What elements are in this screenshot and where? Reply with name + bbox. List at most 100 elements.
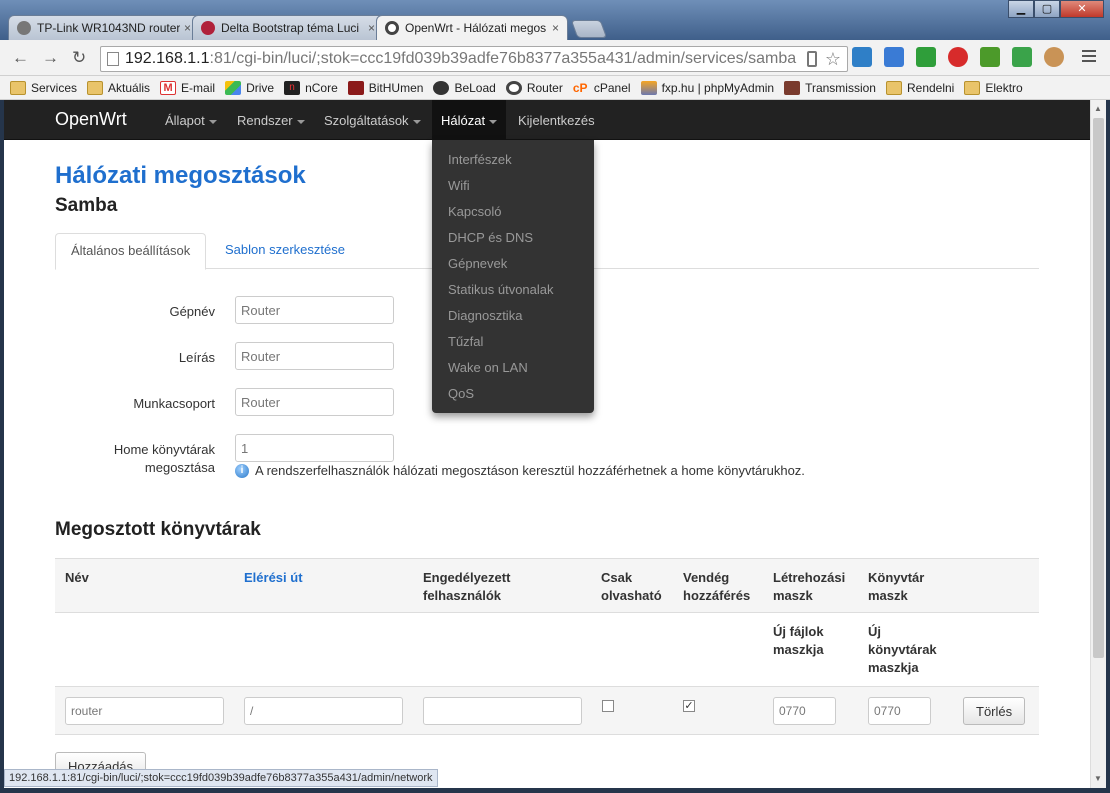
bookmark-rendelni[interactable]: Rendelni bbox=[885, 80, 954, 95]
share-users-input[interactable] bbox=[423, 697, 582, 725]
col-name: Név bbox=[65, 570, 89, 585]
bookmark-email[interactable]: M E-mail bbox=[160, 80, 215, 95]
header-line: Új fájlok bbox=[773, 624, 824, 639]
menu-item-qos[interactable]: QoS bbox=[432, 381, 594, 407]
menu-item-firewall[interactable]: Tűzfal bbox=[432, 329, 594, 355]
bookmark-transmission[interactable]: Transmission bbox=[784, 80, 876, 95]
header-line: maszkja bbox=[773, 642, 824, 657]
tab-general-settings[interactable]: Általános beállítások bbox=[55, 233, 207, 270]
nav-szolgaltatasok[interactable]: Szolgáltatások bbox=[324, 113, 421, 128]
tab-close-icon[interactable]: × bbox=[552, 21, 559, 35]
bookmark-label: fxp.hu | phpMyAdmin bbox=[661, 80, 775, 95]
bookmark-router[interactable]: Router bbox=[505, 80, 563, 95]
menu-item-hostnames[interactable]: Gépnevek bbox=[432, 251, 594, 277]
browser-tab-openwrt[interactable]: OpenWrt - Hálózati megos × bbox=[376, 15, 568, 40]
guest-ok-checkbox[interactable]: ✓ bbox=[683, 700, 695, 712]
header-line: Könyvtár bbox=[868, 570, 925, 585]
nav-allapot[interactable]: Állapot bbox=[165, 113, 217, 128]
print-icon[interactable] bbox=[1012, 47, 1032, 67]
reload-icon[interactable]: ↻ bbox=[72, 48, 86, 68]
share-path-input[interactable] bbox=[244, 697, 403, 725]
address-bar[interactable]: 192.168.1.1:81/cgi-bin/luci/;stok=ccc19f… bbox=[100, 46, 848, 72]
bookmark-label: nCore bbox=[305, 80, 338, 95]
screen-capture-icon[interactable] bbox=[852, 47, 872, 67]
shares-table-header: Név Elérési út Engedélyezett felhasználók… bbox=[55, 558, 1039, 613]
nav-halozat[interactable]: Hálózat bbox=[432, 100, 507, 140]
bithumen-icon bbox=[347, 80, 364, 95]
nav-kijelentkezes[interactable]: Kijelentkezés bbox=[518, 113, 595, 128]
col-users: Engedélyezett felhasználók bbox=[423, 569, 510, 605]
menu-item-dhcp-dns[interactable]: DHCP és DNS bbox=[432, 225, 594, 251]
browser-tab-tplink[interactable]: TP-Link WR1043ND router × bbox=[8, 15, 200, 40]
header-line: Új bbox=[868, 624, 881, 639]
adblock-icon[interactable] bbox=[948, 47, 968, 67]
bookmark-elektro[interactable]: Elektro bbox=[964, 80, 1023, 95]
bookmark-star-icon[interactable]: ☆ bbox=[825, 49, 841, 70]
menu-item-static-routes[interactable]: Statikus útvonalak bbox=[432, 277, 594, 303]
bookmark-ncore[interactable]: n nCore bbox=[284, 80, 338, 95]
bookmark-cpanel[interactable]: cP cPanel bbox=[573, 81, 631, 95]
window-close-icon[interactable]: ✕ bbox=[1060, 0, 1104, 18]
bookmark-services[interactable]: Services bbox=[10, 80, 77, 95]
delete-share-button[interactable]: Törlés bbox=[963, 697, 1026, 725]
menu-item-diagnostics[interactable]: Diagnosztika bbox=[432, 303, 594, 329]
new-tab-button[interactable] bbox=[570, 20, 608, 38]
evernote-icon[interactable] bbox=[916, 47, 936, 67]
cookie-icon[interactable] bbox=[1044, 47, 1064, 67]
forward-icon[interactable]: → bbox=[42, 48, 59, 68]
extension-icons bbox=[852, 47, 1076, 67]
dir-mask-input[interactable] bbox=[868, 697, 931, 725]
bookmark-phpmyadmin[interactable]: fxp.hu | phpMyAdmin bbox=[640, 80, 775, 95]
description-input[interactable] bbox=[235, 342, 394, 370]
browser-tab-delta[interactable]: Delta Bootstrap téma Luci × bbox=[192, 15, 384, 40]
menu-item-interfaces[interactable]: Interfészek bbox=[432, 147, 594, 173]
header-line: Vendég bbox=[683, 570, 730, 585]
nav-label: Szolgáltatások bbox=[324, 113, 409, 128]
bookmark-beload[interactable]: BeLoad bbox=[433, 80, 496, 95]
brand-logo[interactable]: OpenWrt bbox=[55, 109, 127, 130]
page-title: Hálózati megosztások bbox=[55, 162, 306, 189]
create-mask-input[interactable] bbox=[773, 697, 836, 725]
scroll-up-icon[interactable]: ▲ bbox=[1094, 104, 1102, 113]
back-icon[interactable]: ← bbox=[12, 48, 29, 68]
workgroup-input[interactable] bbox=[235, 388, 394, 416]
tplink-favicon-icon bbox=[17, 21, 31, 35]
menu-item-wifi[interactable]: Wifi bbox=[432, 173, 594, 199]
nav-label: Állapot bbox=[165, 113, 205, 128]
bookmark-label: Drive bbox=[246, 80, 275, 95]
header-line: Engedélyezett bbox=[423, 570, 511, 585]
hostname-label: Gépnév bbox=[169, 304, 215, 319]
tab-edit-template[interactable]: Sablon szerkesztése bbox=[210, 233, 360, 269]
bookmark-aktualis[interactable]: Aktuális bbox=[87, 80, 150, 95]
share-homes-hint: i A rendszerfelhasználók hálózati megosz… bbox=[235, 463, 805, 478]
col-path[interactable]: Elérési út bbox=[244, 569, 303, 587]
page-scrollbar[interactable]: ▲ ▼ bbox=[1090, 100, 1106, 788]
chrome-menu-icon[interactable] bbox=[1082, 50, 1096, 65]
header-line: Létrehozási bbox=[773, 570, 846, 585]
bookmark-drive[interactable]: Drive bbox=[225, 80, 275, 95]
hostname-input[interactable] bbox=[235, 296, 394, 324]
label-line: Home könyvtárak bbox=[113, 442, 215, 457]
label-line: megosztása bbox=[144, 460, 215, 475]
luci-navbar: OpenWrt Állapot Rendszer Szolgáltatások … bbox=[4, 100, 1090, 140]
share-homes-input[interactable] bbox=[235, 434, 394, 462]
page-action-icon[interactable] bbox=[807, 51, 817, 67]
translate-icon[interactable] bbox=[884, 47, 904, 67]
tab-close-icon[interactable]: × bbox=[184, 21, 191, 35]
nav-rendszer[interactable]: Rendszer bbox=[237, 113, 305, 128]
phpmyadmin-icon bbox=[640, 80, 657, 95]
scroll-thumb[interactable] bbox=[1093, 118, 1104, 658]
scroll-down-icon[interactable]: ▼ bbox=[1094, 774, 1102, 783]
minimize-icon[interactable]: ▁ bbox=[1008, 0, 1034, 18]
header-line: maszk bbox=[773, 588, 813, 603]
tab-strip: TP-Link WR1043ND router × Delta Bootstra… bbox=[8, 15, 608, 40]
share-name-input[interactable] bbox=[65, 697, 224, 725]
hint-text: A rendszerfelhasználók hálózati megosztá… bbox=[255, 463, 805, 478]
tab-close-icon[interactable]: × bbox=[368, 21, 375, 35]
menu-item-wake-on-lan[interactable]: Wake on LAN bbox=[432, 355, 594, 381]
bookmark-bithumen[interactable]: BitHUmen bbox=[347, 80, 423, 95]
maximize-icon[interactable]: ▢ bbox=[1034, 0, 1060, 18]
menu-item-switch[interactable]: Kapcsoló bbox=[432, 199, 594, 225]
recycle-icon[interactable] bbox=[980, 47, 1000, 67]
read-only-checkbox[interactable] bbox=[602, 700, 614, 712]
